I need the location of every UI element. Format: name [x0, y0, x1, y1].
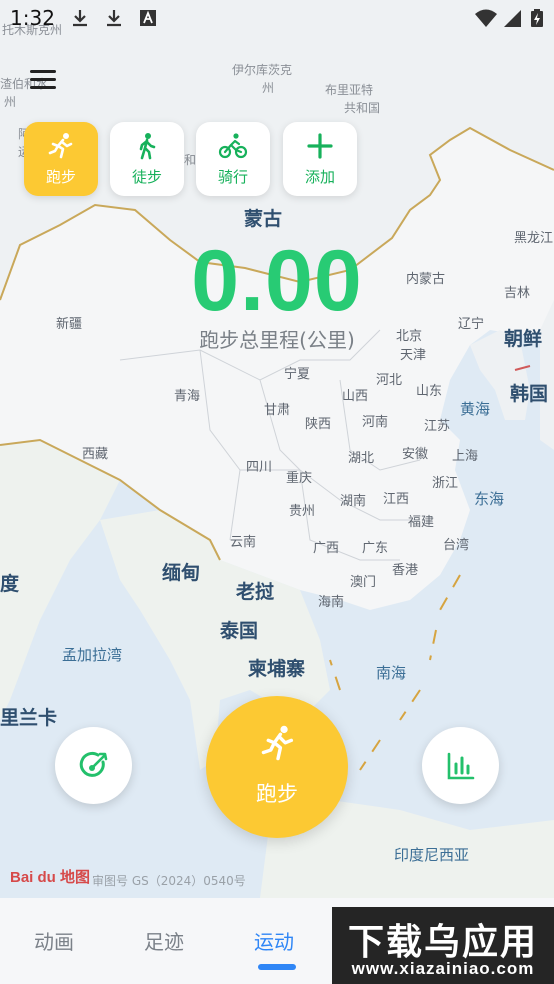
- plus-icon: [307, 133, 333, 159]
- map-label: 广东: [362, 541, 389, 556]
- mode-label: 添加: [304, 168, 335, 186]
- map-label: 云南: [230, 535, 257, 550]
- goal-button[interactable]: [55, 727, 132, 804]
- menu-line: [30, 86, 56, 89]
- map-label: 韩国: [510, 383, 549, 405]
- mode-running-button[interactable]: 跑步: [24, 122, 98, 196]
- map-label: 里兰卡: [0, 707, 58, 729]
- map-label: 甘肃: [264, 403, 291, 418]
- map-label: 西藏: [82, 447, 109, 462]
- map-label: 东海: [474, 490, 505, 508]
- map-label: 青海: [174, 389, 201, 404]
- mode-walking-button[interactable]: 徒步: [110, 122, 184, 196]
- map-label: 江西: [383, 492, 410, 507]
- tab-footprint[interactable]: 足迹: [144, 926, 184, 955]
- map-label: 度: [0, 573, 20, 595]
- mode-add-button[interactable]: 添加: [283, 122, 357, 196]
- map-label: 福建: [408, 515, 435, 530]
- menu-line: [30, 78, 56, 81]
- map-label: 香港: [392, 563, 419, 578]
- map-label: 缅甸: [162, 562, 201, 584]
- bar-chart-icon: [447, 752, 475, 780]
- wifi-icon: [475, 9, 497, 27]
- mode-cycling-button[interactable]: 骑行: [196, 122, 270, 196]
- map-label: 布里亚特: [325, 83, 374, 97]
- running-icon: [48, 133, 73, 159]
- map-label: 山西: [342, 389, 369, 404]
- baidu-map-logo: Bai du 地图: [10, 869, 91, 886]
- map-label: 泰国: [220, 620, 259, 642]
- mode-label: 徒步: [131, 168, 162, 186]
- map-label: 重庆: [286, 471, 313, 486]
- map-label: 柬埔寨: [248, 658, 306, 680]
- menu-button[interactable]: [26, 66, 60, 94]
- map-label: 江苏: [424, 419, 451, 434]
- download-icon: [73, 10, 87, 27]
- map-label: 浙江: [432, 476, 459, 491]
- running-icon: [261, 725, 294, 761]
- walking-icon: [139, 133, 156, 160]
- cycling-icon: [218, 133, 248, 159]
- map-label: 州: [4, 95, 17, 109]
- map-label: 蒙古: [244, 208, 283, 230]
- download-icon: [107, 10, 121, 27]
- map-label: 山东: [416, 384, 443, 399]
- map-label: 湖北: [348, 451, 375, 466]
- statistics-button[interactable]: [422, 727, 499, 804]
- map-label: 孟加拉湾: [62, 646, 123, 664]
- map-label: 和: [184, 153, 197, 167]
- status-time: 1:32: [10, 6, 55, 30]
- map-label: 伊尔库茨克: [232, 63, 293, 77]
- watermark-url: www.xiazainiao.com: [351, 959, 535, 978]
- font-icon: [140, 10, 156, 26]
- map-label: 河南: [362, 415, 389, 430]
- map-label: 宁夏: [284, 367, 311, 382]
- map-label: 四川: [246, 460, 273, 475]
- map-label: 贵州: [289, 504, 316, 519]
- map-label: 陕西: [305, 417, 332, 432]
- hamburger-menu-icon: [30, 70, 56, 73]
- start-run-label: 跑步: [256, 782, 298, 806]
- map-label: 澳门: [350, 575, 377, 590]
- map-label: 海南: [318, 595, 345, 610]
- mode-label: 跑步: [45, 168, 76, 186]
- total-distance-label: 跑步总里程(公里): [199, 328, 355, 352]
- map-label: 黄海: [460, 400, 491, 418]
- mode-label: 骑行: [217, 168, 248, 186]
- target-goal-icon: [79, 751, 108, 777]
- map-label: 印度尼西亚: [394, 846, 470, 864]
- map-copyright: 审图号 GS（2024）0540号: [92, 874, 246, 888]
- map-label: 台湾: [443, 538, 470, 553]
- tab-animation[interactable]: 动画: [34, 926, 74, 955]
- signal-icon: [504, 10, 521, 27]
- map-label: 安徽: [402, 447, 429, 462]
- status-bar: 1:32: [0, 0, 554, 36]
- map-label: 共和国: [344, 101, 381, 115]
- tab-active-indicator: [258, 964, 296, 970]
- tab-sport[interactable]: 运动: [254, 926, 294, 955]
- map-label: 老挝: [236, 581, 275, 603]
- map-label: 湖南: [340, 494, 367, 509]
- map-label: 州: [262, 81, 275, 95]
- map-label: 广西: [313, 541, 340, 556]
- map-label: 南海: [376, 664, 407, 682]
- map-label: 河北: [376, 373, 403, 388]
- map-label: 上海: [452, 449, 479, 464]
- total-distance-value: 0.00: [191, 233, 363, 329]
- start-run-button[interactable]: 跑步: [206, 696, 348, 838]
- watermark: 下载乌应用 www.xiazainiao.com: [332, 907, 554, 984]
- watermark-title: 下载乌应用: [347, 922, 538, 963]
- battery-charging-icon: [531, 9, 543, 27]
